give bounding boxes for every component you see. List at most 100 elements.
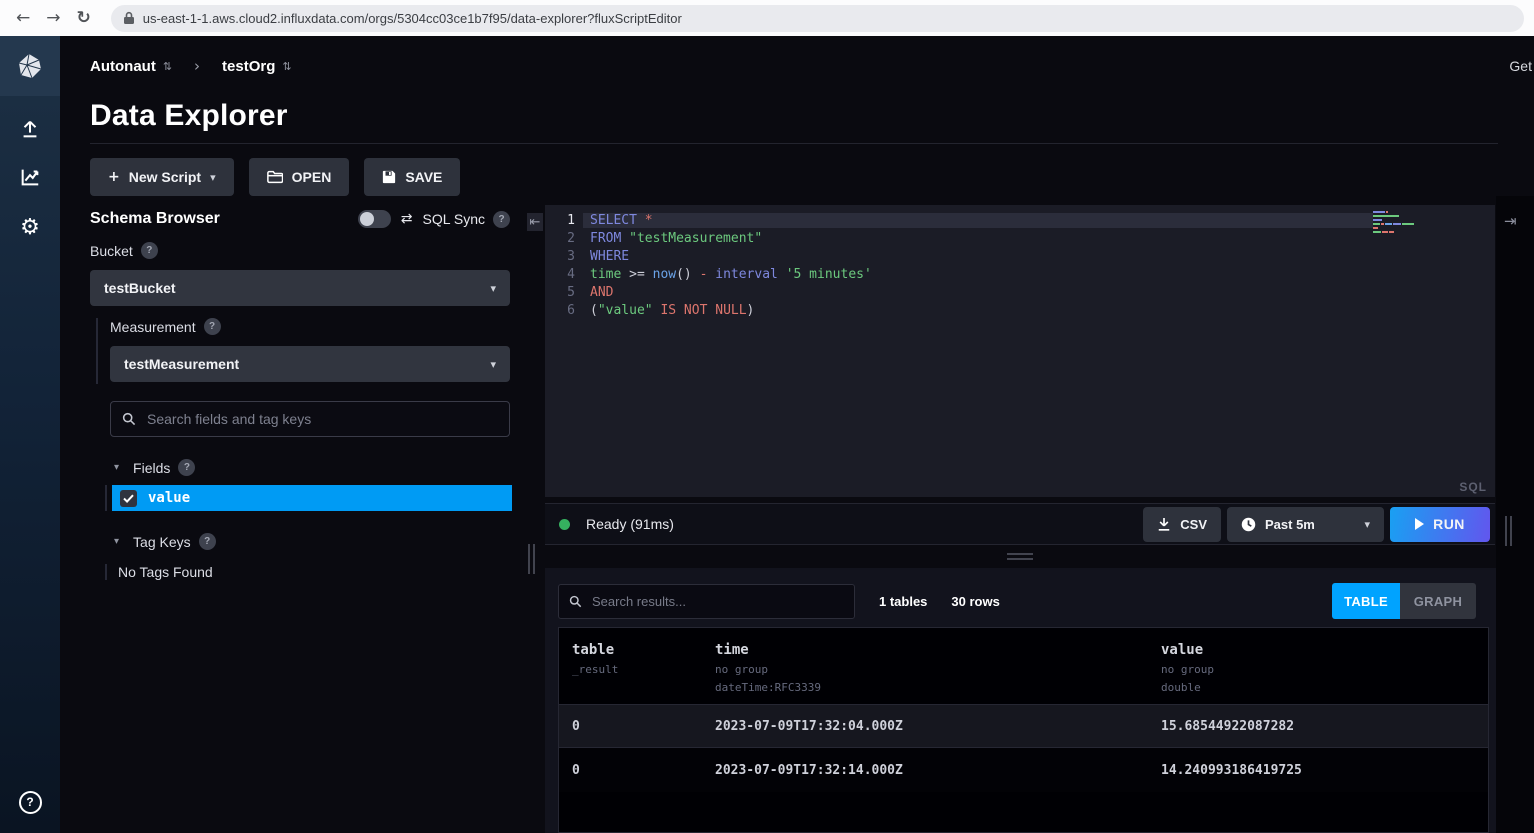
fields-help-icon[interactable]: ? [178,459,195,476]
folder-icon [267,170,283,184]
bucket-help-icon[interactable]: ? [141,242,158,259]
measurement-group: Measurement ? testMeasurement ▾ [96,318,510,384]
csv-download-button[interactable]: CSV [1143,507,1221,542]
breadcrumb-separator-icon: › [194,57,200,75]
upload-icon [19,118,41,140]
bucket-value: testBucket [104,280,176,296]
fields-label: Fields [133,460,170,476]
clock-icon [1241,517,1256,532]
influxdb-logo[interactable] [0,36,60,96]
browser-toolbar: ← → ↻ us-east-1-1.aws.cloud2.influxdata.… [0,0,1534,37]
script-toolbar: + New Script ▾ OPEN SAVE [90,158,460,196]
app-root: ← → ↻ us-east-1-1.aws.cloud2.influxdata.… [0,0,1534,833]
field-item-value[interactable]: value [112,485,512,511]
tag-keys-tree: No Tags Found [105,564,510,580]
editor-language-label: SQL [1459,480,1487,494]
get-started-link[interactable]: Get [1509,58,1532,74]
collapse-left-icon[interactable]: ⇤ [527,213,543,231]
url-text: us-east-1-1.aws.cloud2.influxdata.com/or… [143,11,682,26]
tag-keys-collapse-icon[interactable]: ▾ [114,536,119,547]
rows-count: 30 rows [951,594,999,609]
address-bar[interactable]: us-east-1-1.aws.cloud2.influxdata.com/or… [111,5,1524,32]
field-checkbox[interactable] [120,490,137,507]
sql-sync-toggle[interactable] [358,210,391,228]
open-button[interactable]: OPEN [249,158,350,196]
new-script-button[interactable]: + New Script ▾ [90,158,234,196]
chevron-down-icon: ▾ [210,171,216,184]
save-button[interactable]: SAVE [364,158,460,196]
sql-sync-label: SQL Sync [422,211,485,227]
results-table-header: table_resulttimeno groupdateTime:RFC3339… [559,628,1488,704]
panel-splitter-vertical[interactable] [528,544,535,574]
time-range-label: Past 5m [1265,517,1315,532]
measurement-dropdown[interactable]: testMeasurement ▾ [110,346,510,382]
query-status-bar: Ready (91ms) CSV Past 5m ▾ RUN [545,503,1495,545]
chevron-down-icon: ▾ [490,282,496,295]
graph-view-button[interactable]: GRAPH [1400,583,1476,619]
panel-splitter-horizontal[interactable] [545,545,1495,568]
org-navbar: Autonaut ⇅ › testOrg ⇅ Get [60,36,1534,96]
no-tags-text: No Tags Found [118,564,510,580]
bucket-label: Bucket [90,243,133,259]
sql-editor[interactable]: ⇤ 1SELECT *2FROM "testMeasurement"3WHERE… [545,205,1495,497]
schema-browser-heading: Schema Browser [90,210,220,228]
toggle-knob [360,212,374,226]
plus-icon: + [108,169,120,185]
measurement-label-row: Measurement ? [110,318,510,335]
results-table: table_resulttimeno groupdateTime:RFC3339… [558,627,1489,833]
schema-search [110,401,510,437]
account-switcher[interactable]: Autonaut [90,58,156,75]
sql-sync-help-icon[interactable]: ? [493,211,510,228]
measurement-help-icon[interactable]: ? [204,318,221,335]
load-data-nav[interactable] [0,106,60,152]
browser-back-icon[interactable]: ← [16,10,30,27]
bucket-dropdown[interactable]: testBucket ▾ [90,270,510,306]
new-script-label: New Script [129,169,201,185]
download-icon [1157,517,1171,532]
table-cell: 2023-07-09T17:32:14.000Z [702,763,1148,778]
csv-label: CSV [1180,517,1207,532]
expand-right-icon[interactable]: ⇥ [1504,212,1517,230]
tag-keys-label: Tag Keys [133,534,191,550]
fields-collapse-icon[interactable]: ▾ [114,462,119,473]
schema-search-input[interactable] [145,410,498,428]
results-toolbar: 1 tables 30 rows TABLE GRAPH [558,583,1476,619]
table-cell: 14.240993186419725 [1148,763,1488,778]
org-switcher[interactable]: testOrg [222,58,275,75]
search-icon [569,595,582,608]
column-header: timeno groupdateTime:RFC3339 [702,628,1148,704]
right-strip-handle[interactable] [1505,516,1512,546]
tables-count: 1 tables [879,594,927,609]
save-icon [382,170,396,184]
help-icon: ? [19,791,42,814]
table-cell: 15.68544922087282 [1148,719,1488,734]
editor-minimap[interactable] [1373,211,1417,235]
play-icon [1415,518,1424,530]
browser-forward-icon[interactable]: → [46,10,60,27]
org-sort-icon[interactable]: ⇅ [282,60,291,73]
open-label: OPEN [292,169,332,185]
tag-keys-help-icon[interactable]: ? [199,533,216,550]
browser-reload-icon[interactable]: ↻ [77,10,91,27]
run-button[interactable]: RUN [1390,507,1490,542]
results-table-body: 02023-07-09T17:32:04.000Z15.685449220872… [559,704,1488,792]
table-row: 02023-07-09T17:32:14.000Z14.240993186419… [559,748,1488,792]
account-sort-icon[interactable]: ⇅ [163,60,172,73]
time-range-dropdown[interactable]: Past 5m ▾ [1227,507,1384,542]
help-nav[interactable]: ? [0,779,60,825]
chevron-down-icon: ▾ [1364,518,1370,531]
schema-browser-panel: Schema Browser ⇄ SQL Sync ? Bucket ? tes… [90,210,510,586]
lock-icon [123,11,135,25]
editor-code-lines: 1SELECT *2FROM "testMeasurement"3WHERE4t… [545,211,1373,319]
app-sidebar: ⚙ ? [0,36,60,833]
page-title: Data Explorer [90,99,288,133]
search-icon [122,412,136,426]
save-label: SAVE [405,169,442,185]
settings-nav[interactable]: ⚙ [0,204,60,250]
measurement-value: testMeasurement [124,356,239,372]
query-status-text: Ready (91ms) [586,516,674,532]
table-view-button[interactable]: TABLE [1332,583,1400,619]
data-explorer-nav[interactable] [0,154,60,200]
table-cell: 0 [559,719,702,734]
results-search-input[interactable] [590,593,844,610]
